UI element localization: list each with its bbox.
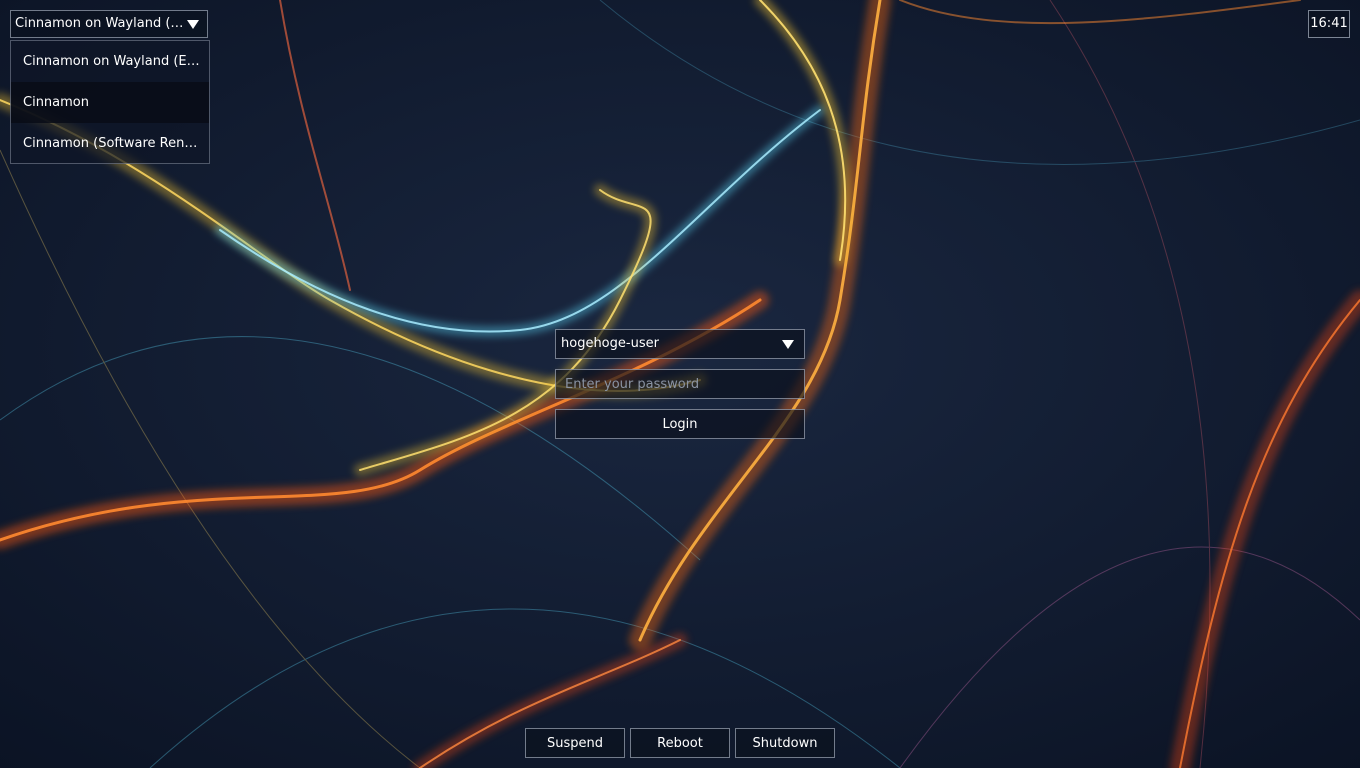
user-select-value: hogehoge-user [561,336,659,351]
session-select[interactable]: Cinnamon on Wayland (Experimental) [10,10,208,38]
session-option-wayland[interactable]: Cinnamon on Wayland (Experimental) [11,41,209,82]
password-input[interactable] [555,369,805,399]
reboot-button[interactable]: Reboot [630,728,730,758]
login-button[interactable]: Login [555,409,805,439]
triangle-down-icon [782,340,794,349]
clock: 16:41 [1308,10,1350,38]
session-select-value: Cinnamon on Wayland (Experimental) [15,16,185,31]
shutdown-button[interactable]: Shutdown [735,728,835,758]
login-form: hogehoge-user Login [555,329,805,439]
session-dropdown-list: Cinnamon on Wayland (Experimental) Cinna… [10,40,210,164]
suspend-button[interactable]: Suspend [525,728,625,758]
triangle-down-icon [187,20,199,29]
user-select[interactable]: hogehoge-user [555,329,805,359]
session-option-cinnamon[interactable]: Cinnamon [11,82,209,123]
session-option-software-rendering[interactable]: Cinnamon (Software Rendering) [11,123,209,164]
